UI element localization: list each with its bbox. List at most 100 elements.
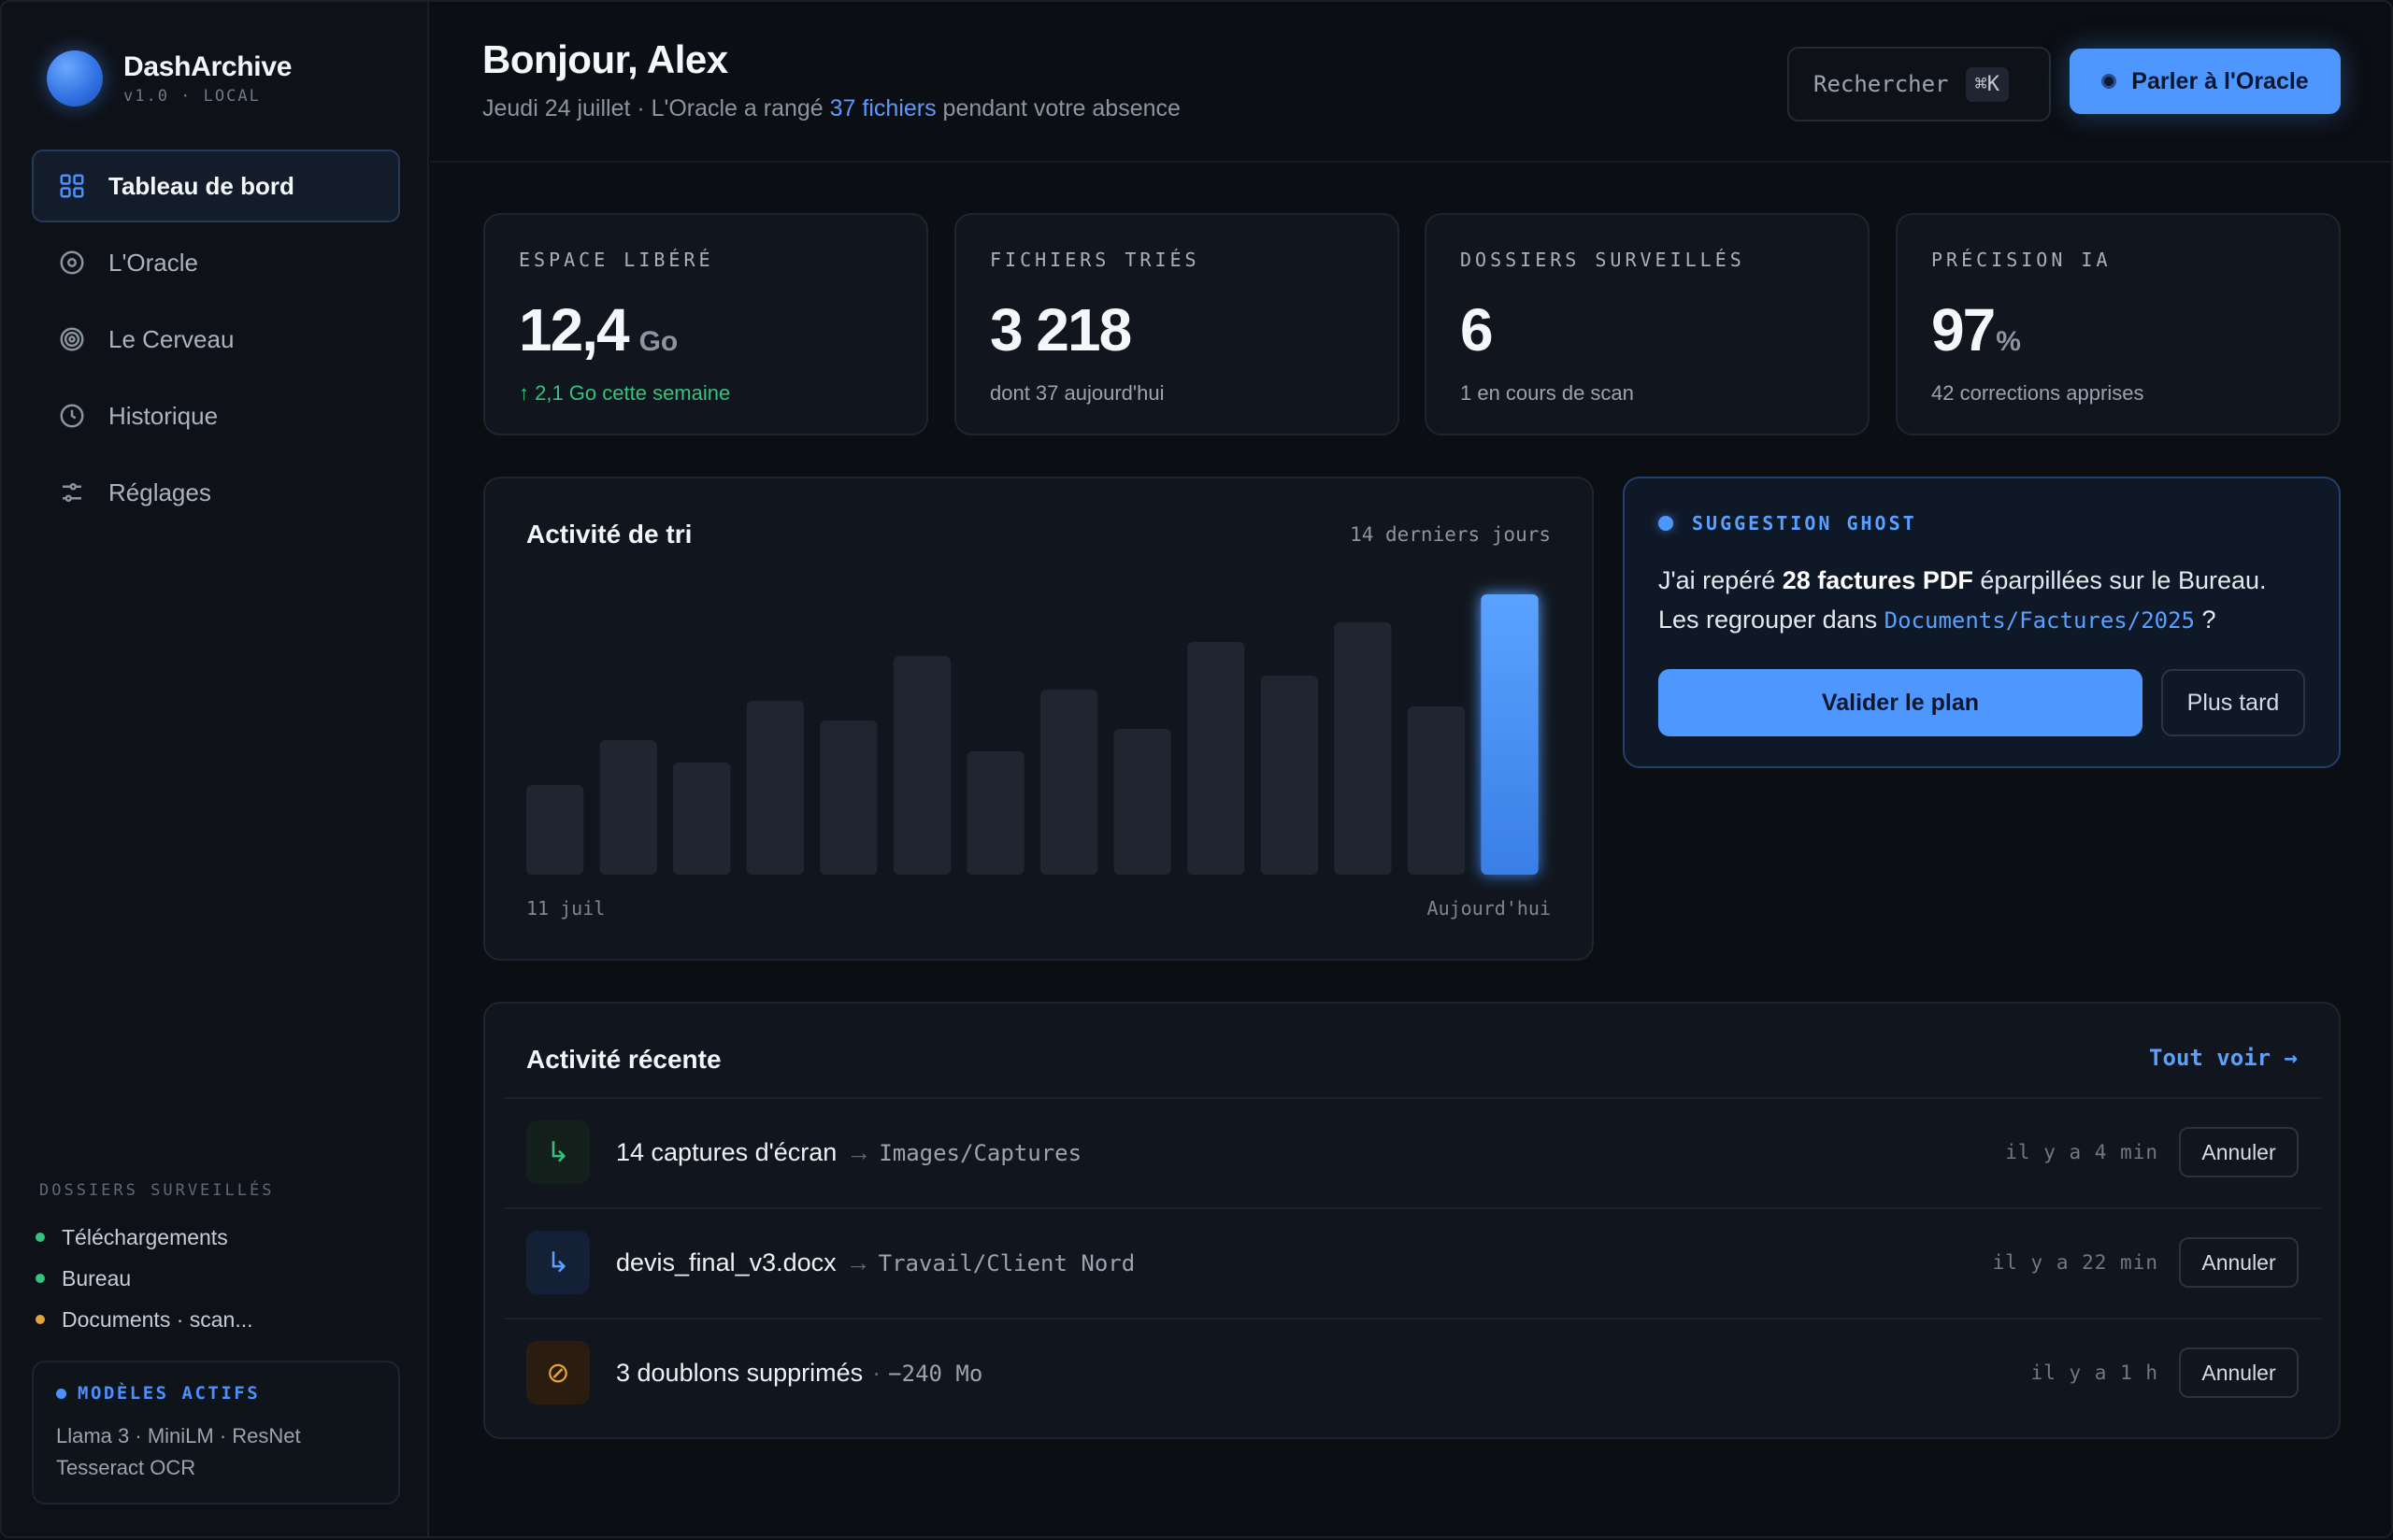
stat-label: PRÉCISION IA	[1931, 249, 2112, 271]
chart-bar	[820, 720, 878, 875]
chart-bar	[673, 763, 731, 875]
list-item: ↳ devis_final_v3.docx → Travail/Client Nor…	[504, 1207, 2321, 1316]
validate-plan-button[interactable]: Valider le plan	[1658, 669, 2142, 736]
chart-bar	[893, 656, 952, 875]
status-dot	[36, 1233, 45, 1242]
sidebar-item-label: L'Oracle	[108, 248, 199, 277]
activity-time: il y a 1 h	[2030, 1362, 2158, 1384]
chart-bar	[526, 785, 584, 875]
brand: DashArchive v1.0 · LOCAL	[47, 50, 292, 107]
sidebar-item-dashboard[interactable]: Tableau de bord	[32, 150, 400, 222]
talk-to-oracle-button[interactable]: Parler à l'Oracle	[2070, 49, 2341, 114]
undo-button[interactable]: Annuler	[2179, 1348, 2299, 1398]
stat-number: 12,4	[519, 296, 630, 364]
subtitle-text: pendant votre absence	[936, 95, 1181, 121]
sidebar-item-oracle[interactable]: L'Oracle	[32, 226, 400, 299]
sidebar-item-label: Réglages	[108, 478, 211, 506]
page-title: Bonjour, Alex	[482, 37, 728, 81]
stat-note: 1 en cours de scan	[1460, 381, 1634, 405]
subtitle-highlight: 37 fichiers	[829, 95, 937, 121]
sidebar-item-brain[interactable]: Le Cerveau	[32, 303, 400, 376]
activity-text: 14 captures d'écran → Images/Captures	[616, 1138, 1082, 1167]
clock-icon	[56, 400, 88, 432]
undo-button[interactable]: Annuler	[2179, 1237, 2299, 1288]
sidebar-item-label: Historique	[108, 401, 219, 430]
activity-detail: Travail/Client Nord	[878, 1249, 1136, 1276]
ghost-suggestion-card: SUGGESTION GHOST J'ai repéré 28 factures…	[1623, 477, 2341, 768]
activity-text: devis_final_v3.docx → Travail/Client Nord	[616, 1248, 1135, 1277]
x-axis-start-label: 11 juil	[526, 897, 606, 920]
watched-folders-list: Téléchargements Bureau Documents · scan.…	[36, 1217, 253, 1340]
watched-folder-item[interactable]: Documents · scan...	[36, 1299, 253, 1340]
stat-card-space: ESPACE LIBÉRÉ 12,4 Go ↑ 2,1 Go cette sema…	[483, 213, 928, 435]
sidebar-nav: Tableau de bord L'Oracle Le Cerveau Hist…	[32, 150, 400, 533]
stat-note: ↑ 2,1 Go cette semaine	[519, 381, 731, 405]
brand-name: DashArchive	[123, 51, 293, 82]
sidebar-item-settings[interactable]: Réglages	[32, 456, 400, 529]
search-button[interactable]: Rechercher ⌘K	[1787, 47, 2051, 121]
subtitle-text: Jeudi 24 juillet · L'Oracle a rangé	[482, 95, 830, 121]
models-line: Llama 3 · MiniLM · ResNet	[56, 1424, 301, 1447]
page-subtitle: Jeudi 24 juillet · L'Oracle a rangé 37 f…	[482, 95, 1181, 122]
activity-title: devis_final_v3.docx	[616, 1248, 837, 1276]
active-models-panel: MODÈLES ACTIFS Llama 3 · MiniLM · ResNet…	[32, 1361, 400, 1504]
stat-label: ESPACE LIBÉRÉ	[519, 249, 714, 271]
recent-activity-card: Activité récente Tout voir → ↳ 14 captur…	[483, 1002, 2341, 1439]
oracle-dot-icon	[2101, 74, 2117, 89]
ghost-title-text: SUGGESTION GHOST	[1692, 512, 1917, 535]
stat-value: 12,4 Go	[519, 295, 893, 364]
brand-version: v1.0 · LOCAL	[123, 87, 261, 106]
separator: →	[845, 1248, 871, 1276]
separator: ·	[872, 1358, 881, 1387]
ghost-message: J'ai repéré 28 factures PDF éparpillées …	[1658, 561, 2313, 640]
later-button[interactable]: Plus tard	[2161, 669, 2305, 736]
chart-bar	[1260, 676, 1318, 875]
chart-bar	[746, 701, 804, 875]
bar-chart	[526, 594, 1539, 875]
recent-activity-title: Activité récente	[526, 1045, 722, 1074]
status-dot	[56, 1388, 66, 1399]
see-all-link[interactable]: Tout voir →	[2149, 1045, 2298, 1071]
app-window: DashArchive v1.0 · LOCAL Tableau de bord…	[0, 0, 2393, 1538]
watched-folder-item[interactable]: Téléchargements	[36, 1217, 253, 1258]
arrow-down-right-icon: ↳	[526, 1120, 590, 1184]
status-dot	[36, 1274, 45, 1283]
chart-bar	[1040, 690, 1098, 875]
sidebar-item-label: Le Cerveau	[108, 324, 235, 353]
stat-note: 42 corrections apprises	[1931, 381, 2144, 405]
arrow-down-right-icon: ↳	[526, 1231, 590, 1294]
header: Bonjour, Alex Jeudi 24 juillet · L'Oracl…	[430, 2, 2391, 163]
search-label: Rechercher	[1813, 71, 1949, 97]
stat-card-folders: DOSSIERS SURVEILLÉS 6 1 en cours de scan	[1425, 213, 1870, 435]
sidebar: DashArchive v1.0 · LOCAL Tableau de bord…	[2, 2, 429, 1536]
chart-bar	[967, 751, 1025, 875]
watched-folder-item[interactable]: Bureau	[36, 1258, 253, 1299]
x-axis-end-label: Aujourd'hui	[1426, 897, 1551, 920]
activity-text: 3 doublons supprimés · −240 Mo	[616, 1359, 982, 1388]
chart-bar-today	[1481, 594, 1539, 875]
status-dot	[36, 1315, 45, 1324]
active-models-title-text: MODÈLES ACTIFS	[78, 1383, 261, 1404]
sidebar-item-history[interactable]: Historique	[32, 379, 400, 452]
ghost-dot-icon	[1658, 516, 1673, 531]
models-line: Tesseract OCR	[56, 1456, 196, 1479]
chart-bar	[1407, 706, 1466, 875]
chart-bar	[599, 740, 657, 875]
undo-button[interactable]: Annuler	[2179, 1127, 2299, 1177]
ghost-text: ?	[2195, 606, 2216, 634]
watched-folder-label: Téléchargements	[62, 1224, 228, 1249]
ghost-title: SUGGESTION GHOST	[1658, 512, 1917, 535]
list-item: ↳ 14 captures d'écran → Images/Captures il…	[504, 1097, 2321, 1205]
sorting-activity-chart: Activité de tri 14 derniers jours 11 jui…	[483, 477, 1594, 961]
stat-value: 6	[1460, 295, 1834, 364]
activity-title: 3 doublons supprimés	[616, 1358, 864, 1387]
list-item: ⊘ 3 doublons supprimés · −240 Mo il y a 1 …	[504, 1318, 2321, 1426]
activity-detail: Images/Captures	[879, 1139, 1082, 1166]
sliders-icon	[56, 477, 88, 508]
target-icon	[56, 247, 88, 278]
stat-card-accuracy: PRÉCISION IA 97% 42 corrections apprises	[1896, 213, 2341, 435]
activity-title: 14 captures d'écran	[616, 1137, 838, 1166]
slash-circle-icon: ⊘	[526, 1341, 590, 1405]
oracle-button-label: Parler à l'Oracle	[2131, 67, 2309, 94]
stat-label: DOSSIERS SURVEILLÉS	[1460, 249, 1745, 271]
